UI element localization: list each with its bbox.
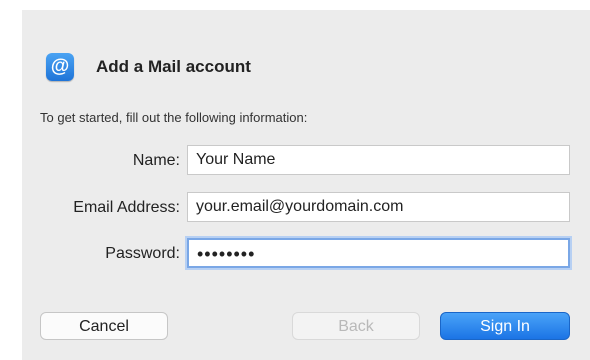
password-label: Password: [105, 245, 180, 262]
add-mail-account-dialog: @ Add a Mail account To get started, fil… [22, 10, 590, 360]
intro-text: To get started, fill out the following i… [40, 110, 308, 125]
name-field[interactable]: Your Name [187, 145, 570, 175]
at-sign-glyph: @ [50, 56, 70, 77]
email-field[interactable]: your.email@yourdomain.com [187, 192, 570, 222]
email-row: Email Address: your.email@yourdomain.com [22, 192, 590, 224]
name-row: Name: Your Name [22, 145, 590, 177]
password-field[interactable]: •••••••• [187, 238, 570, 268]
email-label: Email Address: [73, 199, 180, 216]
cancel-button[interactable]: Cancel [40, 312, 168, 340]
dialog-title: Add a Mail account [96, 57, 251, 76]
at-sign-icon: @ [46, 53, 74, 81]
name-label: Name: [132, 152, 180, 169]
back-button[interactable]: Back [292, 312, 420, 340]
password-row: Password: •••••••• [22, 238, 590, 270]
sign-in-button[interactable]: Sign In [440, 312, 570, 340]
dialog-header: @ Add a Mail account [46, 50, 251, 84]
